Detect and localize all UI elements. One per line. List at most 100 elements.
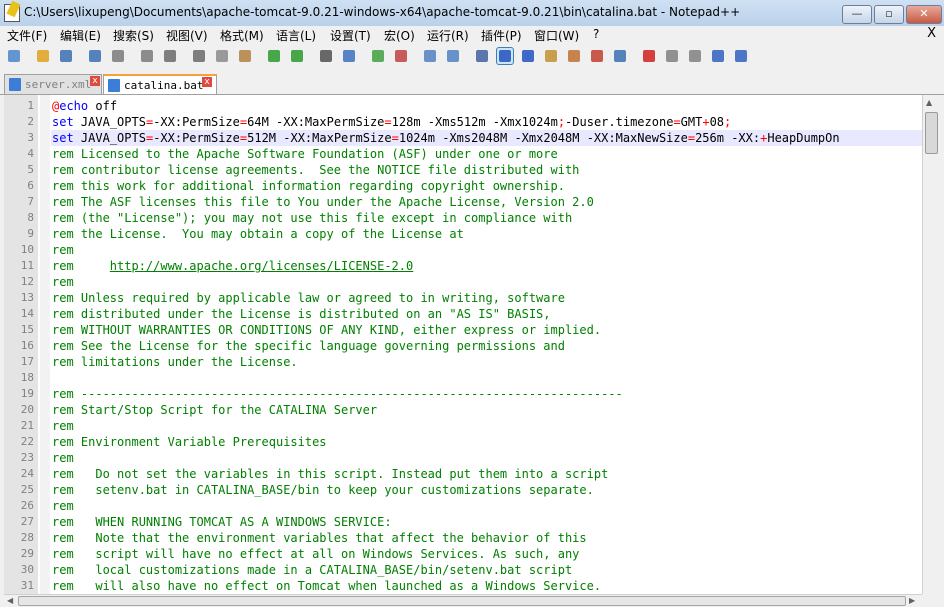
code-line[interactable]: 6 rem this work for additional informatio… xyxy=(27,178,922,194)
scroll-up-icon[interactable]: ▲ xyxy=(926,98,932,107)
line-text: rem script will have no effect at all on… xyxy=(52,547,580,561)
code-view[interactable]: 1 @echo off 2 set JAVA_OPTS=-XX:PermSize=64… xyxy=(21,98,922,594)
zoom-out-icon[interactable] xyxy=(393,48,409,64)
code-line[interactable]: 18 xyxy=(21,370,922,386)
close-window-button[interactable]: ✕ xyxy=(906,5,942,24)
menu-window[interactable]: 窗口(W) xyxy=(534,27,579,44)
save-icon-glyph xyxy=(60,50,72,62)
code-line[interactable]: 30 rem local customizations made in a CAT… xyxy=(21,562,922,578)
horizontal-scroll-thumb[interactable] xyxy=(18,596,906,606)
code-line[interactable]: 22 rem Environment Variable Prerequisites xyxy=(21,434,922,450)
code-line[interactable]: 11 rem http://www.apache.org/licenses/LIC… xyxy=(21,258,922,274)
code-line[interactable]: 25 rem setenv.bat in CATALINA_BASE/bin to… xyxy=(21,482,922,498)
undo-icon[interactable] xyxy=(266,48,282,64)
line-number: 9 xyxy=(27,227,34,240)
editor-area[interactable]: 1 @echo off 2 set JAVA_OPTS=-XX:PermSize=64… xyxy=(4,95,922,594)
code-line[interactable]: 14 rem distributed under the License is d… xyxy=(21,306,922,322)
code-line[interactable]: 7 rem The ASF licenses this file to You u… xyxy=(27,194,922,210)
code-line[interactable]: 31 rem will also have no effect on Tomcat… xyxy=(21,578,922,594)
doc-map-icon[interactable] xyxy=(543,48,559,64)
tab-server-xml[interactable]: server.xml x xyxy=(4,74,102,94)
code-line[interactable]: 24 rem Do not set the variables in this s… xyxy=(21,466,922,482)
scroll-left-icon[interactable]: ◀ xyxy=(7,596,13,605)
doc-map-icon-glyph xyxy=(545,50,557,62)
new-file-icon[interactable] xyxy=(6,48,22,64)
code-line[interactable]: 8 rem (the "License"); you may not use th… xyxy=(27,210,922,226)
open-file-icon[interactable] xyxy=(35,48,51,64)
code-line[interactable]: 4 rem Licensed to the Apache Software Fou… xyxy=(27,146,922,162)
monitor-icon[interactable] xyxy=(612,48,628,64)
code-line[interactable]: 21 rem xyxy=(21,418,922,434)
code-line[interactable]: 9 rem the License. You may obtain a copy … xyxy=(27,226,922,242)
zoom-in-icon[interactable] xyxy=(370,48,386,64)
code-line[interactable]: 27 rem WHEN RUNNING TOMCAT AS A WINDOWS S… xyxy=(21,514,922,530)
code-line[interactable]: 15 rem WITHOUT WARRANTIES OR CONDITIONS O… xyxy=(21,322,922,338)
menu-edit[interactable]: 编辑(E) xyxy=(60,27,101,44)
play-multiple-icon[interactable] xyxy=(710,48,726,64)
close-icon[interactable] xyxy=(110,48,126,64)
record-macro-icon[interactable] xyxy=(641,48,657,64)
close-document-button[interactable]: X xyxy=(927,26,936,41)
code-line[interactable]: 5 rem contributor license agreements. See… xyxy=(27,162,922,178)
code-line[interactable]: 13 rem Unless required by applicable law … xyxy=(21,290,922,306)
maximize-button[interactable]: ▫ xyxy=(874,5,904,24)
find-icon[interactable] xyxy=(318,48,334,64)
menu-help[interactable]: ? xyxy=(593,27,599,41)
print-icon[interactable] xyxy=(162,48,178,64)
tab-catalina-bat[interactable]: catalina.bat x xyxy=(103,74,217,94)
code-line[interactable]: 29 rem script will have no effect at all … xyxy=(21,546,922,562)
code-line[interactable]: 20 rem Start/Stop Script for the CATALINA… xyxy=(21,402,922,418)
horizontal-scrollbar[interactable]: ◀ ▶ xyxy=(4,594,922,607)
show-all-chars-icon[interactable] xyxy=(496,47,514,65)
menu-language[interactable]: 语言(L) xyxy=(276,27,316,44)
vertical-scroll-thumb[interactable] xyxy=(925,112,938,154)
replace-icon[interactable] xyxy=(341,48,357,64)
menu-plugins[interactable]: 插件(P) xyxy=(481,27,522,44)
save-all-icon[interactable] xyxy=(87,48,103,64)
code-line[interactable]: 28 rem Note that the environment variable… xyxy=(21,530,922,546)
line-number: 12 xyxy=(20,275,34,288)
close-all-icon[interactable] xyxy=(139,48,155,64)
tab-close-icon[interactable]: x xyxy=(202,77,212,87)
code-line[interactable]: 16 rem See the License for the specific l… xyxy=(21,338,922,354)
code-line[interactable]: 12 rem xyxy=(21,274,922,290)
cut-icon[interactable] xyxy=(191,48,207,64)
code-line[interactable]: 3 set JAVA_OPTS=-XX:PermSize=512M -XX:Max… xyxy=(27,130,922,146)
folder-workspace-icon[interactable] xyxy=(589,48,605,64)
function-list-icon[interactable] xyxy=(566,48,582,64)
wrap-icon[interactable] xyxy=(474,48,490,64)
line-text: rem xyxy=(52,419,74,433)
code-line[interactable]: 2 set JAVA_OPTS=-XX:PermSize=64M -XX:MaxP… xyxy=(27,114,922,130)
sync-v-icon[interactable] xyxy=(422,48,438,64)
save-macro-icon[interactable] xyxy=(733,48,749,64)
tab-close-icon[interactable]: x xyxy=(90,76,100,86)
menu-run[interactable]: 运行(R) xyxy=(427,27,469,44)
menu-settings[interactable]: 设置(T) xyxy=(330,27,371,44)
code-line[interactable]: 1 @echo off xyxy=(27,98,922,114)
menu-macro[interactable]: 宏(O) xyxy=(384,27,415,44)
menu-search[interactable]: 搜索(S) xyxy=(113,27,154,44)
code-line[interactable]: 23 rem xyxy=(21,450,922,466)
menu-format[interactable]: 格式(M) xyxy=(220,27,264,44)
line-text: rem limitations under the License. xyxy=(52,355,298,369)
play-macro-icon[interactable] xyxy=(687,48,703,64)
indent-guide-icon[interactable] xyxy=(520,48,536,64)
line-number: 25 xyxy=(20,483,34,496)
redo-icon[interactable] xyxy=(289,48,305,64)
minimize-button[interactable]: — xyxy=(842,5,872,24)
copy-icon[interactable] xyxy=(214,48,230,64)
code-line[interactable]: 19 rem ----------------------------------… xyxy=(21,386,922,402)
menu-view[interactable]: 视图(V) xyxy=(166,27,208,44)
find-icon-glyph xyxy=(320,50,332,62)
vertical-scrollbar[interactable]: ▲ xyxy=(922,95,938,594)
code-line[interactable]: 26 rem xyxy=(21,498,922,514)
code-line[interactable]: 17 rem limitations under the License. xyxy=(21,354,922,370)
paste-icon[interactable] xyxy=(237,48,253,64)
stop-record-icon[interactable] xyxy=(664,48,680,64)
scroll-right-icon[interactable]: ▶ xyxy=(909,596,915,605)
menu-file[interactable]: 文件(F) xyxy=(7,27,47,44)
window-title: C:\Users\lixupeng\Documents\apache-tomca… xyxy=(24,5,741,19)
sync-h-icon[interactable] xyxy=(445,48,461,64)
code-line[interactable]: 10 rem xyxy=(21,242,922,258)
save-icon[interactable] xyxy=(58,48,74,64)
